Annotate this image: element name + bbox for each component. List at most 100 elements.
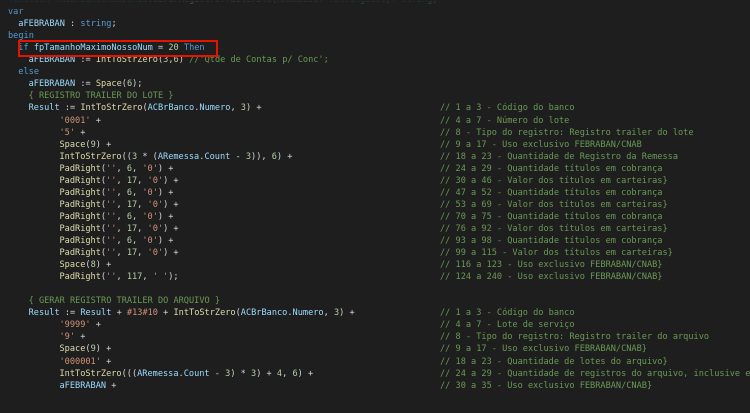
code-line[interactable]: Space(8) + // 116 a 123 - Uso exclusivo F… — [0, 260, 750, 271]
code-line[interactable]: PadRight('', 6, '0') + // 93 a 98 - Quant… — [0, 236, 750, 247]
code-token-function: GerarRegistroTrailer240 — [152, 0, 272, 5]
code-token-function: IntToStrZero — [80, 103, 143, 114]
code-token-string: '' — [106, 199, 117, 210]
code-comment: // 1 a 3 - Código do banco — [440, 103, 575, 114]
code-text: PadRight('', 17, '0') + — [60, 176, 179, 187]
code-token-text: , — [230, 103, 241, 114]
code-line[interactable]: '0001' + // 4 a 7 - Número do lote — [0, 116, 750, 127]
code-line[interactable]: Result := IntToStrZero(ACBrBanco.Numero,… — [0, 103, 750, 114]
code-line[interactable]: PadRight('', 117, ' '); // 124 a 240 - Us… — [0, 272, 750, 283]
code-text: { REGISTRO TRAILER DO LOTE } — [29, 91, 174, 102]
code-comment: // 30 a 35 - Uso exclusivo FEBRABAN/CNAB… — [440, 380, 653, 391]
code-line[interactable]: '000001' + // 18 a 23 - Quantidade de lot… — [0, 357, 750, 368]
code-line[interactable]: else — [0, 67, 750, 78]
code-line[interactable]: '5' + // 8 - Tipo do registro: Registro t… — [0, 128, 750, 139]
code-line[interactable]: { GERAR REGISTRO TRAILER DO ARQUIVO } — [0, 296, 750, 307]
code-token-function: IntToStrZero — [59, 368, 122, 379]
code-token-text: , — [137, 223, 148, 234]
code-token-text: ) + — [163, 248, 179, 259]
code-token-function: PadRight — [59, 236, 101, 246]
code-token-text: + — [90, 320, 101, 331]
code-line[interactable] — [0, 284, 750, 295]
code-line[interactable]: aFEBRABAN := Space(6); — [0, 79, 750, 90]
code-text: PadRight('', 117, ' '); — [60, 272, 179, 283]
code-token-text: + — [75, 332, 86, 343]
code-token-string: '5' — [59, 127, 76, 138]
code-line[interactable]: PadRight('', 17, '0') + // 53 a 69 - Valo… — [0, 200, 750, 211]
code-token-text: ); — [168, 272, 179, 283]
code-token-number: 17 — [126, 223, 138, 234]
code-line[interactable]: PadRight('', 17, '0') + // 30 a 46 - Valo… — [0, 176, 750, 187]
code-text: PadRight('', 6, '0') + — [60, 188, 174, 199]
code-token-text: ) + — [157, 163, 174, 174]
code-token-string: '' — [106, 223, 117, 234]
code-text: '9' + — [60, 332, 86, 343]
code-token-text: )), — [251, 151, 272, 162]
code-line[interactable]: Space(9) + // 9 a 17 - Uso exclusivo FEBR… — [0, 140, 750, 151]
code-token-text: ); — [132, 79, 143, 90]
code-token-function: PadRight — [59, 223, 101, 234]
code-token-identifier: Count — [204, 151, 231, 162]
code-editor[interactable]: function TACBrBancoAmazonia.GerarRegistr… — [0, 0, 750, 413]
code-line[interactable]: PadRight('', 6, '0') + // 47 a 52 - Quant… — [0, 188, 750, 199]
code-token-text: ): — [385, 0, 402, 5]
code-text: Space(9) + — [60, 140, 112, 151]
code-line[interactable]: Space(9) + // 9 a 17 - Uso exclusivo FEBR… — [0, 344, 750, 355]
code-comment: // 76 a 92 - Valor dos títulos em cartei… — [440, 223, 668, 234]
code-text: Space(9) + — [60, 344, 112, 355]
code-token-text: , — [116, 223, 127, 234]
code-line[interactable]: aFEBRABAN : string; — [0, 19, 750, 30]
code-token-text: , — [137, 199, 148, 210]
code-text: PadRight('', 6, '0') + — [60, 212, 174, 223]
code-comment: // 18 a 23 - Quantidade de lotes do arqu… — [440, 356, 668, 367]
code-line[interactable]: '9999' + // 4 a 7 - Lote de serviço — [0, 320, 750, 331]
code-token-function: IntToStrZero — [59, 151, 122, 162]
code-token-text: , — [132, 163, 143, 174]
code-line[interactable]: PadRight('', 6, '0') + // 24 a 29 - Quant… — [0, 164, 750, 175]
code-token-text: , — [116, 211, 127, 222]
code-text: PadRight('', 6, '0') + — [60, 236, 174, 247]
code-token-identifier: ACBrBanco — [240, 308, 288, 319]
code-comment: // 53 a 69 - Valor dos títulos em cartei… — [440, 199, 668, 210]
code-token-string: '' — [106, 163, 117, 174]
code-text: IntToStrZero(((ARemessa.Count - 3) * 3) … — [60, 369, 314, 380]
code-token-identifier: aFEBRABAN — [28, 79, 76, 90]
code-token-text: := — [75, 79, 96, 90]
code-token-identifier: Result — [28, 308, 60, 319]
code-token-function: Space — [59, 344, 86, 355]
code-line[interactable]: PadRight('', 6, '0') + // 70 a 75 - Quant… — [0, 212, 750, 223]
code-comment: // 8 - Tipo do registro: Registro traile… — [440, 127, 694, 138]
code-comment: // 24 a 29 - Quantidade títulos em cobra… — [440, 163, 663, 174]
code-line[interactable]: var — [0, 7, 750, 18]
code-text: else — [18, 67, 39, 78]
code-token-text: , — [137, 175, 148, 186]
code-line[interactable]: PadRight('', 17, '0') + // 76 a 92 - Valo… — [0, 224, 750, 235]
code-line[interactable]: IntToStrZero(((ARemessa.Count - 3) * 3) … — [0, 369, 750, 380]
code-token-text: := — [59, 103, 81, 114]
code-token-text: ; — [432, 0, 438, 5]
code-token-function: PadRight — [59, 211, 101, 222]
code-line[interactable]: aFEBRABAN + // 30 a 35 - Uso exclusivo FE… — [0, 381, 750, 392]
code-comment: // 116 a 123 - Uso exclusivo FEBRABAN/CN… — [440, 260, 663, 271]
code-token-text: (( — [121, 151, 132, 162]
code-text: IntToStrZero((3 * (ARemessa.Count - 3)),… — [60, 152, 293, 163]
code-token-text: ) + — [163, 175, 179, 186]
code-token-function: PadRight — [59, 163, 101, 174]
code-token-string: '0' — [147, 199, 164, 210]
code-line[interactable]: IntToStrZero((3 * (ARemessa.Count - 3)),… — [0, 152, 750, 163]
code-comment: // 9 a 17 - Uso exclusivo FEBRABAN/CNAB} — [440, 344, 647, 355]
code-token-text: + — [157, 308, 174, 319]
code-token-text: : — [318, 0, 329, 5]
code-line[interactable]: PadRight('', 17, '0') + // 99 a 115 - Val… — [0, 248, 750, 259]
code-token-text: , — [142, 272, 153, 283]
code-token-keyword: var — [8, 7, 24, 18]
code-token-text: , — [116, 248, 127, 259]
code-token-function: PadRight — [59, 199, 101, 210]
code-line[interactable]: function TACBrBancoAmazonia.GerarRegistr… — [0, 0, 750, 6]
code-comment: // 93 a 98 - Quantidade títulos em cobra… — [440, 236, 663, 246]
code-line[interactable]: '9' + // 8 - Tipo do registro: Registro t… — [0, 332, 750, 343]
code-line[interactable]: { REGISTRO TRAILER DO LOTE } — [0, 91, 750, 102]
code-token-text: + — [75, 127, 86, 138]
code-token-string: #13#10 — [126, 308, 158, 319]
code-line[interactable]: Result := Result + #13#10 + IntToStrZero… — [0, 308, 750, 319]
